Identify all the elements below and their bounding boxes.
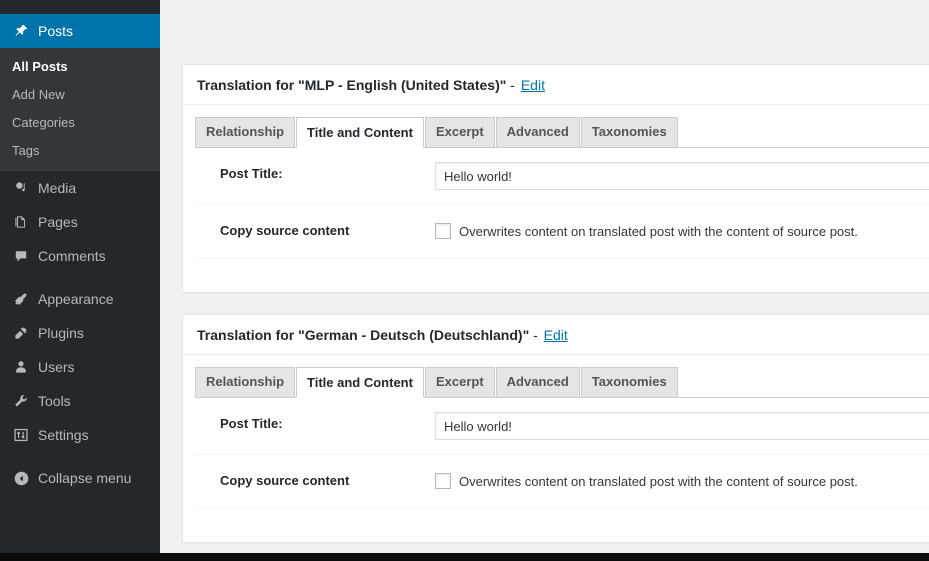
panel-body: Relationship Title and Content Excerpt A…: [183, 105, 929, 269]
panel-title-text: Translation for "MLP - English (United S…: [197, 76, 507, 93]
post-title-label: Post Title:: [220, 416, 283, 431]
sidebar-item-appearance[interactable]: Appearance: [0, 282, 160, 316]
translation-form: Post Title: Copy source content Overwrit…: [195, 148, 929, 259]
sidebar-item-label: Media: [38, 180, 77, 196]
sidebar-item-label: Users: [38, 359, 75, 375]
tab-relationship[interactable]: Relationship: [195, 367, 296, 397]
submenu-item-add-new[interactable]: Add New: [0, 81, 160, 109]
sidebar-item-label: Tools: [38, 393, 71, 409]
sidebar-item-posts[interactable]: Posts: [0, 14, 168, 48]
sidebar-item-settings[interactable]: Settings: [0, 418, 160, 452]
tab-taxonomies[interactable]: Taxonomies: [580, 367, 678, 397]
copy-source-label: Copy source content: [220, 473, 350, 488]
settings-icon: [10, 427, 32, 443]
sidebar-item-label: Settings: [38, 427, 89, 443]
admin-screen: Posts All Posts Add New Categories Tags Media…: [0, 0, 929, 561]
copy-source-checkbox-label: Overwrites content on translated post wi…: [459, 473, 858, 489]
comments-icon: [10, 248, 32, 264]
sidebar-item-label: Collapse menu: [38, 470, 132, 486]
panel-title: Translation for "German - Deutsch (Deuts…: [197, 327, 568, 343]
sidebar-item-pages[interactable]: Pages: [0, 205, 160, 239]
post-title-cell: [435, 148, 929, 205]
plugins-icon: [10, 325, 32, 341]
sidebar-item-label: Appearance: [38, 291, 114, 307]
form-row-post-title: Post Title:: [195, 398, 929, 455]
copy-source-checkbox-label: Overwrites content on translated post wi…: [459, 223, 858, 239]
edit-link[interactable]: Edit: [521, 77, 545, 93]
post-title-label: Post Title:: [220, 166, 283, 181]
sidebar-item-label: Pages: [38, 214, 78, 230]
copy-source-cell: Overwrites content on translated post wi…: [435, 205, 929, 259]
tab-excerpt[interactable]: Excerpt: [424, 117, 495, 147]
users-icon: [10, 359, 32, 375]
copy-source-cell: Overwrites content on translated post wi…: [435, 455, 929, 509]
tools-icon: [10, 393, 32, 409]
sidebar-item-media[interactable]: Media: [0, 171, 160, 205]
post-title-cell: [435, 398, 929, 455]
content-area: Translation for "MLP - English (United S…: [160, 0, 929, 553]
sidebar-item-label: Posts: [38, 23, 74, 39]
sidebar-item-users[interactable]: Users: [0, 350, 160, 384]
panel-title: Translation for "MLP - English (United S…: [197, 77, 545, 93]
tab-advanced[interactable]: Advanced: [495, 117, 580, 147]
submenu-posts: All Posts Add New Categories Tags: [0, 48, 160, 171]
admin-sidebar: Posts All Posts Add New Categories Tags Media…: [0, 0, 168, 553]
translation-panel: Translation for "German - Deutsch (Deuts…: [182, 314, 929, 543]
copy-source-checkbox[interactable]: [435, 223, 451, 239]
copy-source-checkbox[interactable]: [435, 473, 451, 489]
panel-header: Translation for "German - Deutsch (Deuts…: [183, 315, 929, 355]
pages-icon: [10, 214, 32, 230]
post-title-input[interactable]: [435, 412, 929, 440]
tab-title-and-content[interactable]: Title and Content: [296, 367, 424, 398]
edit-link[interactable]: Edit: [544, 327, 568, 343]
viewport-bottom-bar: [0, 553, 929, 561]
sidebar-item-plugins[interactable]: Plugins: [0, 316, 160, 350]
submenu-item-tags[interactable]: Tags: [0, 137, 160, 165]
translation-panel: Translation for "MLP - English (United S…: [182, 64, 929, 293]
submenu-item-categories[interactable]: Categories: [0, 109, 160, 137]
panel-title-dash: -: [529, 326, 542, 343]
panel-title-dash: -: [506, 76, 519, 93]
tab-list: Relationship Title and Content Excerpt A…: [195, 367, 929, 398]
copy-source-label: Copy source content: [220, 223, 350, 238]
collapse-icon: [10, 470, 32, 487]
menu-separator: [0, 452, 160, 461]
tab-relationship[interactable]: Relationship: [195, 117, 296, 147]
form-row-copy-source: Copy source content Overwrites content o…: [195, 205, 929, 259]
form-row-post-title: Post Title:: [195, 148, 929, 205]
post-title-input[interactable]: [435, 162, 929, 190]
tab-advanced[interactable]: Advanced: [495, 367, 580, 397]
form-row-copy-source: Copy source content Overwrites content o…: [195, 455, 929, 509]
submenu-item-all-posts[interactable]: All Posts: [0, 53, 160, 81]
menu-separator: [0, 273, 160, 282]
panel-body: Relationship Title and Content Excerpt A…: [183, 355, 929, 519]
pin-icon: [10, 23, 32, 39]
tab-list: Relationship Title and Content Excerpt A…: [195, 117, 929, 148]
sidebar-item-tools[interactable]: Tools: [0, 384, 160, 418]
tab-excerpt[interactable]: Excerpt: [424, 367, 495, 397]
sidebar-item-label: Plugins: [38, 325, 84, 341]
panel-header: Translation for "MLP - English (United S…: [183, 65, 929, 105]
sidebar-item-collapse-menu[interactable]: Collapse menu: [0, 461, 160, 495]
tab-taxonomies[interactable]: Taxonomies: [580, 117, 678, 147]
sidebar-item-comments[interactable]: Comments: [0, 239, 160, 273]
translation-form: Post Title: Copy source content Overwrit…: [195, 398, 929, 509]
appearance-icon: [10, 291, 32, 307]
sidebar-item-label: Comments: [38, 248, 106, 264]
panel-title-text: Translation for "German - Deutsch (Deuts…: [197, 326, 530, 343]
tab-title-and-content[interactable]: Title and Content: [296, 117, 424, 148]
media-icon: [10, 180, 32, 196]
